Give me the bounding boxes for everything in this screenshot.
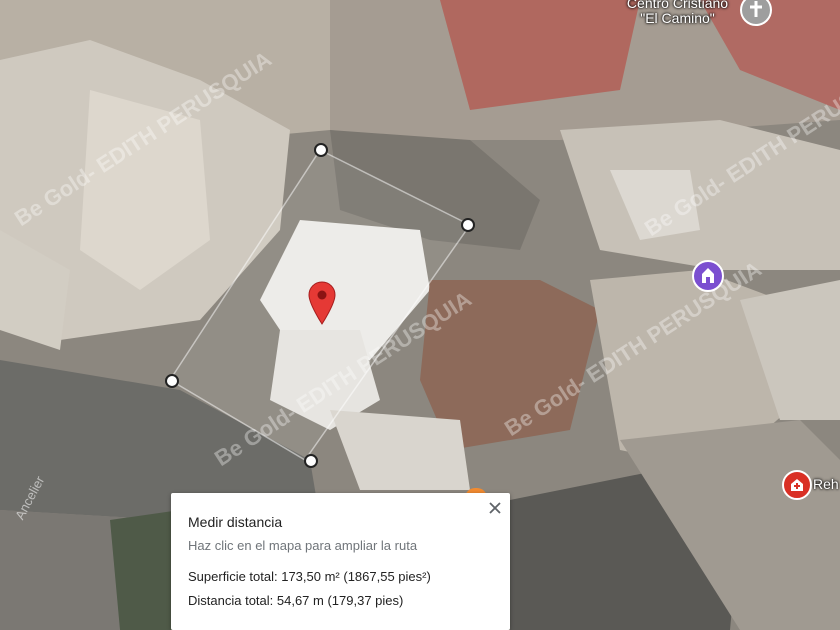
place-of-worship-icon[interactable]: [692, 260, 724, 292]
poi-label-centro-cristiano[interactable]: Centro Cristiano "El Camino": [610, 0, 745, 26]
measure-vertex[interactable]: [314, 143, 328, 157]
measure-vertex[interactable]: [165, 374, 179, 388]
measure-distance-panel: Medir distancia Haz clic en el mapa para…: [171, 493, 510, 630]
poi-label-partial[interactable]: Reh: [813, 477, 839, 492]
measure-panel-title: Medir distancia: [188, 514, 283, 530]
measure-vertex[interactable]: [461, 218, 475, 232]
church-icon[interactable]: [740, 0, 772, 26]
total-area-text: Superficie total: 173,50 m² (1867,55 pie…: [188, 569, 431, 584]
location-pin-icon[interactable]: [308, 281, 336, 325]
close-icon[interactable]: [484, 497, 506, 519]
measure-panel-hint: Haz clic en el mapa para ampliar la ruta: [188, 538, 418, 553]
total-distance-text: Distancia total: 54,67 m (179,37 pies): [188, 593, 404, 608]
medical-icon[interactable]: [782, 470, 812, 500]
measure-vertex[interactable]: [304, 454, 318, 468]
poi-label-line2: "El Camino": [640, 10, 715, 26]
